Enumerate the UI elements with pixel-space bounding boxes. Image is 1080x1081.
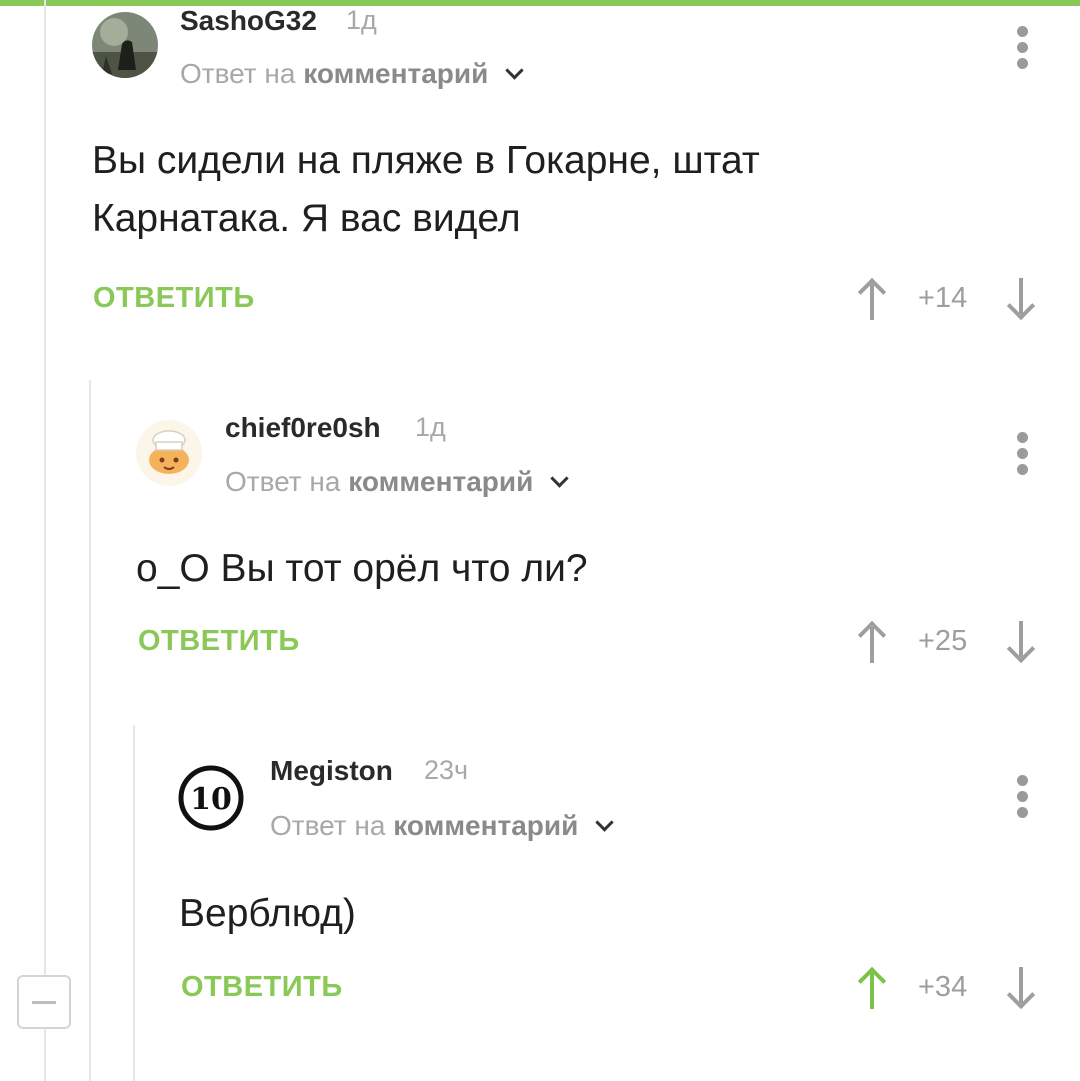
reply-to-link[interactable]: Ответ на комментарий	[180, 58, 524, 90]
comment: SashoG32 1д Ответ на комментарий Вы сиде…	[0, 0, 1080, 360]
comment: chief0re0sh 1д Ответ на комментарий o_O …	[0, 400, 1080, 700]
arrow-down-icon[interactable]	[1005, 621, 1037, 664]
chevron-down-icon	[595, 813, 614, 832]
reply-to-prefix: Ответ на	[270, 810, 386, 841]
reply-to-prefix: Ответ на	[180, 58, 296, 89]
reply-to-target: комментарий	[348, 466, 534, 497]
arrow-down-icon[interactable]	[1005, 278, 1037, 321]
chevron-down-icon	[505, 61, 524, 80]
more-vertical-icon[interactable]	[1015, 26, 1029, 70]
more-vertical-icon[interactable]	[1015, 775, 1029, 819]
comment-score: +34	[918, 971, 968, 1003]
avatar[interactable]: 10	[178, 765, 244, 831]
comment-text: Вы сидели на пляже в Гокарне, штат Карна…	[92, 139, 760, 240]
avatar-label: 10	[190, 782, 232, 817]
comment-time: 23ч	[424, 755, 469, 785]
reply-to-link[interactable]: Ответ на комментарий	[270, 810, 614, 842]
comment-text: o_O Вы тот орёл что ли?	[136, 547, 588, 590]
arrow-up-icon[interactable]	[856, 277, 888, 320]
reply-to-prefix: Ответ на	[225, 466, 341, 497]
comment-username[interactable]: SashoG32	[180, 5, 317, 37]
chevron-down-icon	[550, 469, 569, 488]
arrow-down-icon[interactable]	[1005, 967, 1037, 1010]
comment-time: 1д	[346, 5, 377, 35]
comment-time: 1д	[415, 412, 446, 442]
arrow-up-icon[interactable]	[856, 966, 888, 1009]
reply-to-link[interactable]: Ответ на комментарий	[225, 466, 569, 498]
comment-text: Верблюд)	[179, 892, 356, 935]
arrow-up-icon[interactable]	[856, 620, 888, 663]
comment-score: +14	[918, 282, 968, 314]
comment-score: +25	[918, 625, 968, 657]
reply-to-target: комментарий	[393, 810, 579, 841]
avatar[interactable]	[136, 420, 202, 486]
avatar[interactable]	[92, 12, 158, 78]
comment: 10 Megiston 23ч Ответ на комментарий Вер…	[0, 745, 1080, 1045]
reply-button[interactable]: ОТВЕТИТЬ	[93, 282, 255, 315]
reply-button[interactable]: ОТВЕТИТЬ	[181, 971, 343, 1004]
reply-to-target: комментарий	[303, 58, 489, 89]
reply-button[interactable]: ОТВЕТИТЬ	[138, 625, 300, 658]
more-vertical-icon[interactable]	[1015, 432, 1029, 476]
comment-username[interactable]: Megiston	[270, 755, 393, 787]
comment-username[interactable]: chief0re0sh	[225, 412, 381, 444]
